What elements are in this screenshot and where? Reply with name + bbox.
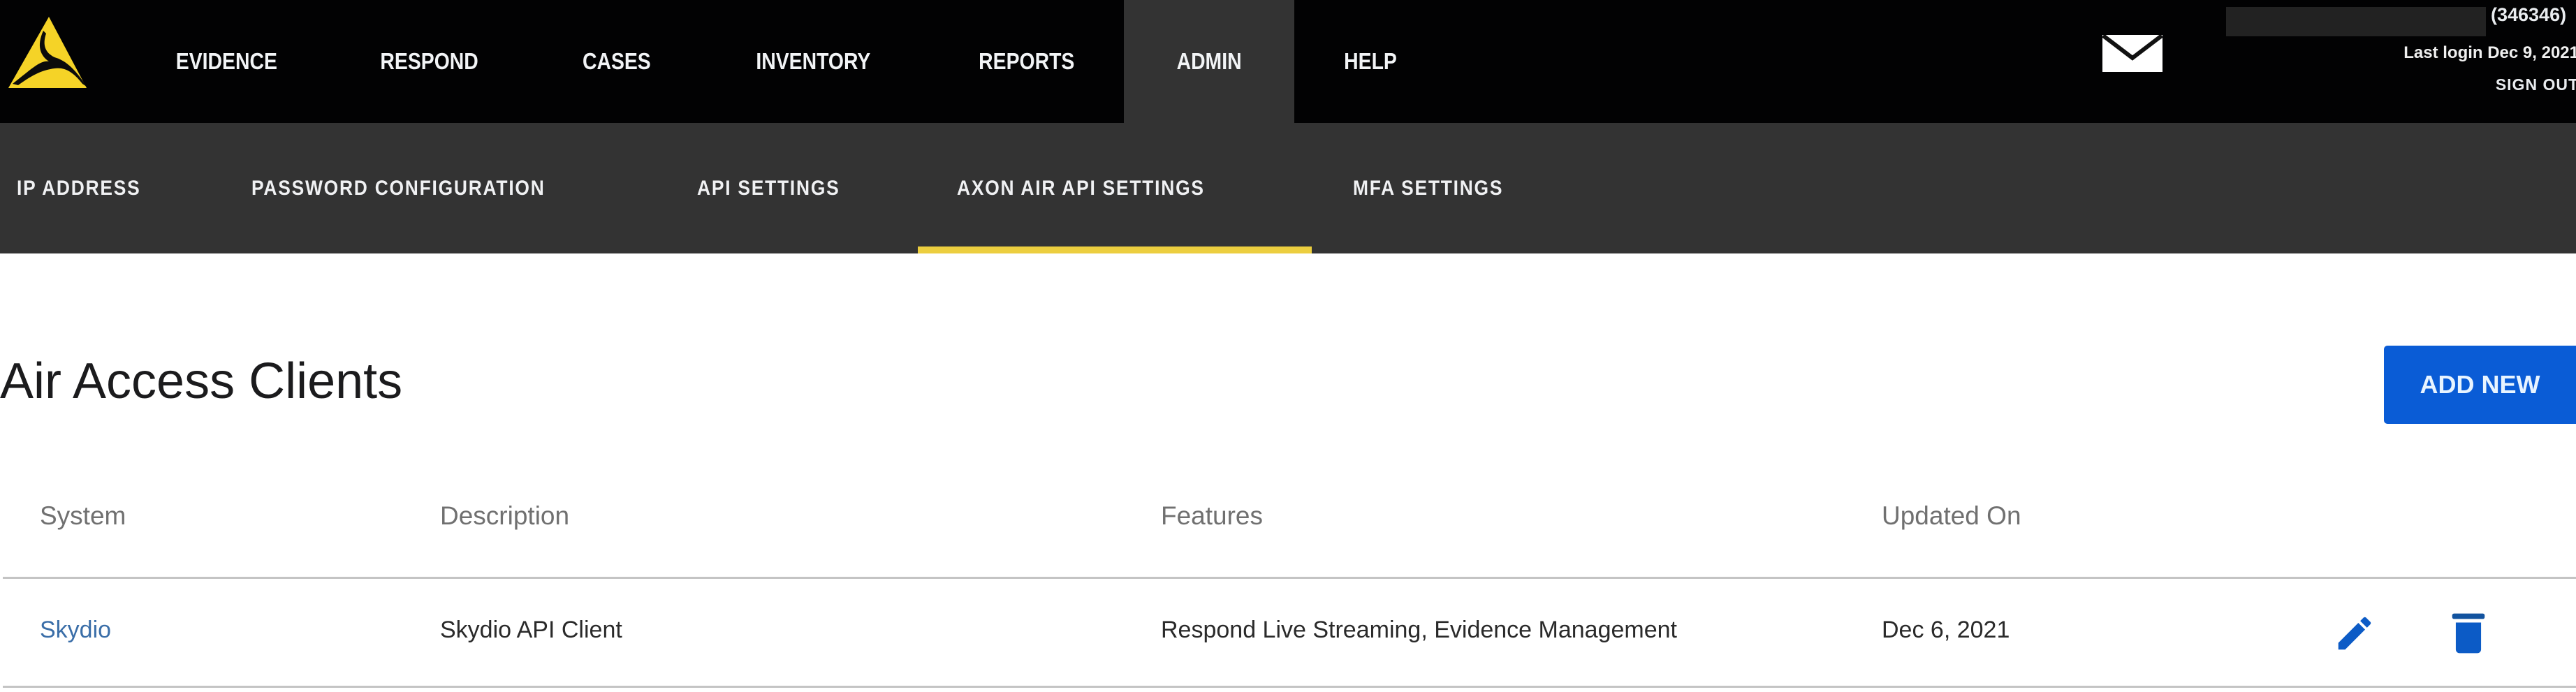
nav-evidence[interactable]: EVIDENCE xyxy=(156,0,296,123)
nav-respond-label: RESPOND xyxy=(380,48,479,74)
active-tab-indicator xyxy=(918,246,1312,253)
nav-inventory[interactable]: INVENTORY xyxy=(733,0,893,123)
subnav-mfa-settings[interactable]: MFA SETTINGS xyxy=(1353,123,1524,253)
subnav-ip-address[interactable]: IP ADDRESS xyxy=(17,123,158,253)
cell-description: Skydio API Client xyxy=(440,617,622,643)
nav-reports-label: REPORTS xyxy=(979,48,1075,74)
envelope-icon[interactable] xyxy=(2102,35,2162,72)
nav-help-label: HELP xyxy=(1344,48,1398,74)
nav-cases[interactable]: CASES xyxy=(566,0,667,123)
user-id: (346346) xyxy=(2491,4,2567,25)
nav-help[interactable]: HELP xyxy=(1327,0,1414,123)
admin-subnav: IP ADDRESS PASSWORD CONFIGURATION API SE… xyxy=(0,123,2576,253)
subnav-api-settings[interactable]: API SETTINGS xyxy=(697,123,859,253)
cell-updated-on: Dec 6, 2021 xyxy=(1882,617,2010,643)
subnav-ip-address-label: IP ADDRESS xyxy=(17,176,141,200)
nav-respond[interactable]: RESPOND xyxy=(363,0,496,123)
axon-logo-icon[interactable] xyxy=(6,15,89,94)
redacted-username xyxy=(2226,7,2486,36)
subnav-mfa-settings-label: MFA SETTINGS xyxy=(1353,176,1504,200)
column-header-description[interactable]: Description xyxy=(440,501,569,531)
page-title: Air Access Clients xyxy=(0,353,403,409)
edit-icon[interactable] xyxy=(2333,612,2376,655)
column-header-system[interactable]: System xyxy=(40,501,126,531)
subnav-password-configuration[interactable]: PASSWORD CONFIGURATION xyxy=(251,123,585,253)
column-header-updated-on[interactable]: Updated On xyxy=(1882,501,2021,531)
nav-reports[interactable]: REPORTS xyxy=(960,0,1093,123)
subnav-axon-air-api-settings-label: AXON AIR API SETTINGS xyxy=(957,176,1205,200)
subnav-axon-air-api-settings[interactable]: AXON AIR API SETTINGS xyxy=(957,123,1238,253)
subnav-password-configuration-label: PASSWORD CONFIGURATION xyxy=(251,176,546,200)
column-header-features[interactable]: Features xyxy=(1161,501,1263,531)
trash-icon[interactable] xyxy=(2450,612,2487,655)
nav-cases-label: CASES xyxy=(582,48,651,74)
nav-inventory-label: INVENTORY xyxy=(755,48,870,74)
sign-out-link[interactable]: SIGN OUT xyxy=(2496,75,2576,94)
add-new-button[interactable]: ADD NEW xyxy=(2384,346,2576,424)
subnav-api-settings-label: API SETTINGS xyxy=(697,176,840,200)
cell-features: Respond Live Streaming, Evidence Managem… xyxy=(1161,617,1677,643)
cell-system-link[interactable]: Skydio xyxy=(40,617,111,644)
nav-admin[interactable]: ADMIN xyxy=(1124,0,1294,123)
last-login-text: Last login Dec 9, 2021 xyxy=(2403,43,2576,62)
table-header-divider xyxy=(3,577,2576,579)
top-navigation-bar: EVIDENCE RESPOND CASES INVENTORY REPORTS… xyxy=(0,0,2576,123)
table-row-divider xyxy=(3,686,2576,688)
nav-evidence-label: EVIDENCE xyxy=(175,48,277,74)
nav-admin-label: ADMIN xyxy=(1176,48,1242,74)
